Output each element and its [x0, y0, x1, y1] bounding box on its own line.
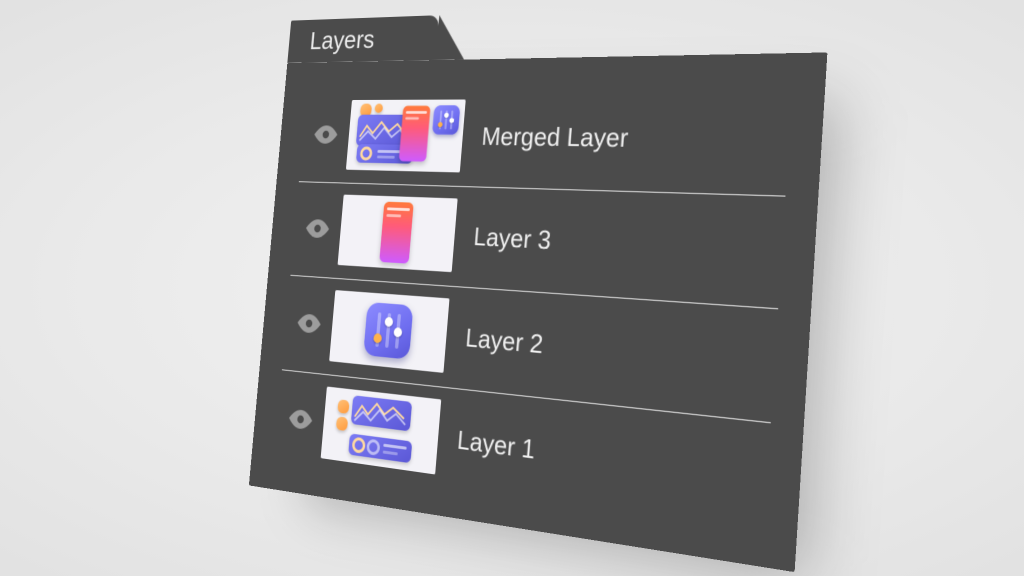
layer-thumbnail: [346, 99, 466, 172]
layer-name-label: Merged Layer: [481, 121, 791, 156]
layers-tab[interactable]: Layers: [287, 15, 439, 63]
layers-panel: Layers Merged Layer Layer 3: [249, 52, 828, 572]
visibility-eye-icon[interactable]: [285, 312, 333, 335]
visibility-eye-icon[interactable]: [277, 407, 325, 432]
layer-thumbnail: [321, 386, 442, 474]
visibility-eye-icon[interactable]: [302, 125, 349, 144]
panel-title: Layers: [309, 24, 376, 55]
layer-name-label: Layer 1: [456, 424, 768, 496]
layer-thumbnail: [338, 194, 458, 272]
visibility-eye-icon[interactable]: [294, 218, 341, 239]
layers-list: Merged Layer Layer 3 Layer 2: [249, 52, 828, 572]
layer-name-label: Layer 3: [472, 221, 782, 268]
layer-row[interactable]: Merged Layer: [299, 85, 793, 196]
layer-name-label: Layer 2: [464, 322, 775, 382]
layer-thumbnail: [329, 290, 449, 373]
